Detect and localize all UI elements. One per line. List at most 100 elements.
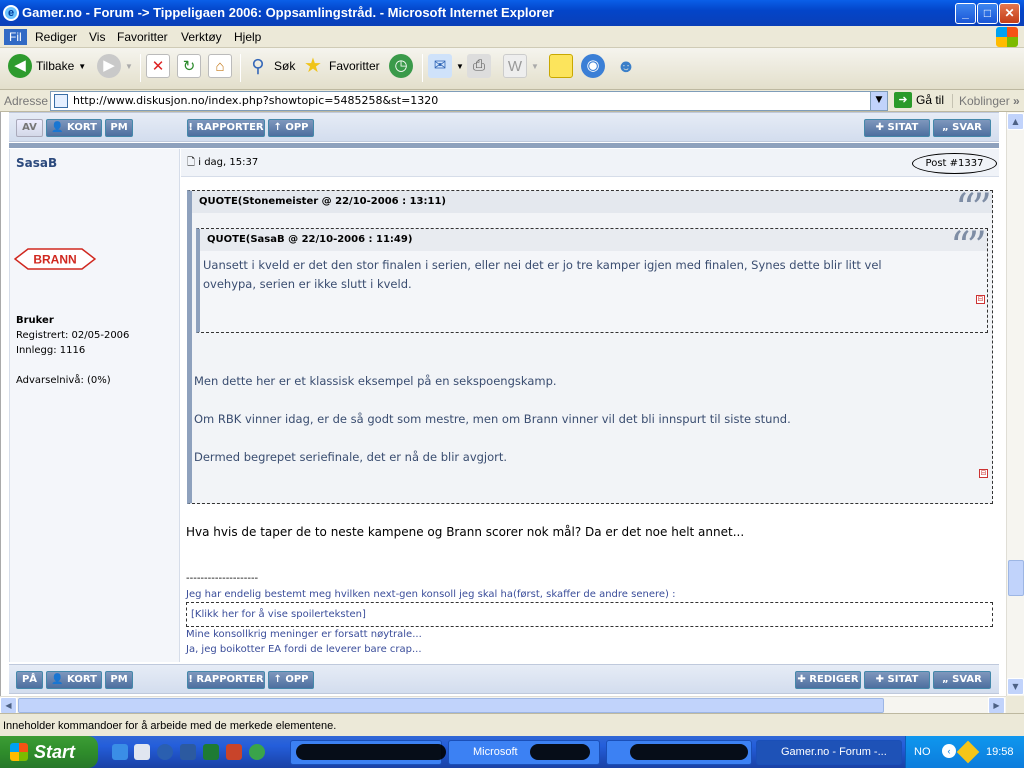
language-indicator[interactable]: NO <box>914 746 931 758</box>
card-button[interactable]: 👤 KORT <box>46 671 102 689</box>
messenger-quicklaunch-icon[interactable] <box>249 744 265 760</box>
reply-button[interactable]: „ SVAR <box>933 671 991 689</box>
home-button[interactable]: ⌂ <box>208 54 232 78</box>
reply-label: SVAR <box>952 674 982 685</box>
maximize-button[interactable]: □ <box>977 3 998 24</box>
pa-button[interactable]: PÅ <box>16 671 43 689</box>
report-button[interactable]: ! RAPPORTER <box>187 119 265 137</box>
dropdown-arrow-icon[interactable]: ▼ <box>78 62 86 71</box>
search-label: Søk <box>274 59 296 73</box>
report-label: RAPPORTER <box>196 674 264 685</box>
messenger-button[interactable]: ◉ <box>581 54 605 78</box>
menu-vis[interactable]: Vis <box>84 29 110 45</box>
pm-button[interactable]: PM <box>105 671 133 689</box>
word-icon: W <box>503 54 527 78</box>
powerpoint-quicklaunch-icon[interactable] <box>226 744 242 760</box>
back-button[interactable]: ◀ Tilbake ▼ <box>8 54 86 78</box>
edit-button[interactable]: W ▼ <box>503 54 539 78</box>
author-panel: SasaB BRANN Bruker Registrert: 02/05-200… <box>9 149 180 662</box>
menu-verktoy[interactable]: Verktøy <box>176 29 227 45</box>
address-label: Adresse <box>4 94 49 108</box>
menu-fil[interactable]: Fil <box>4 29 27 45</box>
up-button[interactable]: ↑ OPP <box>268 119 314 137</box>
start-button[interactable]: Start <box>0 736 98 768</box>
address-input[interactable]: http://www.diskusjon.no/index.php?showto… <box>50 91 888 111</box>
refresh-button[interactable]: ↻ <box>177 54 201 78</box>
quote-button[interactable]: ✚ SITAT <box>864 671 930 689</box>
printer-icon: ⎙ <box>467 54 491 78</box>
title-bar: e Gamer.no - Forum -> Tippeligaen 2006: … <box>0 0 1024 26</box>
pm-button[interactable]: PM <box>105 119 133 137</box>
user-rank: Bruker <box>16 315 54 326</box>
excel-quicklaunch-icon[interactable] <box>203 744 219 760</box>
post-number[interactable]: Post #1337 <box>912 153 997 174</box>
chevron-right-icon: » <box>1013 94 1020 108</box>
close-button[interactable]: ✕ <box>999 3 1020 24</box>
dropdown-arrow-icon[interactable]: ▼ <box>456 62 464 71</box>
contacts-button[interactable]: ☻ <box>614 54 638 78</box>
quote-button[interactable]: ✚ SITAT <box>864 119 930 137</box>
menu-hjelp[interactable]: Hjelp <box>229 29 266 45</box>
ie-icon: e <box>3 5 19 21</box>
go-label: Gå til <box>916 93 945 107</box>
user-warning-level: Advarselnivå: (0%) <box>16 375 111 386</box>
media-quicklaunch-icon[interactable] <box>157 744 173 760</box>
links-label: Koblinger <box>959 94 1010 108</box>
menu-bar: Fil Rediger Vis Favoritter Verktøy Hjelp <box>0 26 1024 48</box>
dropdown-arrow-icon: ▼ <box>125 61 133 71</box>
ie-quicklaunch-icon[interactable] <box>112 744 128 760</box>
vertical-scrollbar[interactable]: ▲ ▼ <box>1006 112 1024 696</box>
report-button[interactable]: ! RAPPORTER <box>187 671 265 689</box>
collapse-icon[interactable]: ⊟ <box>976 295 985 304</box>
horizontal-scrollbar[interactable]: ◀ ▶ <box>0 696 1006 714</box>
links-button[interactable]: Koblinger » <box>952 94 1020 108</box>
address-url: http://www.diskusjon.no/index.php?showto… <box>73 94 439 107</box>
star-icon: ★ <box>304 55 322 77</box>
up-label: OPP <box>285 674 309 685</box>
search-button[interactable]: ⚲ Søk <box>246 54 295 78</box>
scroll-up-icon[interactable]: ▲ <box>1007 113 1024 130</box>
minimize-button[interactable]: _ <box>955 3 976 24</box>
address-dropdown-icon[interactable]: ▼ <box>870 92 887 110</box>
menu-rediger[interactable]: Rediger <box>30 29 82 45</box>
scroll-left-icon[interactable]: ◀ <box>0 697 17 714</box>
history-button[interactable]: ◷ <box>389 54 413 78</box>
print-button[interactable]: ⎙ <box>467 54 491 78</box>
av-button[interactable]: AV <box>16 119 43 137</box>
mail-icon: ✉ <box>428 54 452 78</box>
card-button[interactable]: 👤 KORT <box>46 119 102 137</box>
forward-button[interactable]: ▶ ▼ <box>97 54 133 78</box>
scroll-thumb[interactable] <box>1008 560 1024 596</box>
taskbar-item-ie-active[interactable]: Gamer.no - Forum -... <box>756 740 902 765</box>
quote-block: QUOTE(Stonemeister @ 22/10-2006 : 13:11)… <box>187 189 993 504</box>
up-button[interactable]: ↑ OPP <box>268 671 314 689</box>
toolbar: ◀ Tilbake ▼ ▶ ▼ ✕ ↻ ⌂ ⚲ Søk ★ Favoritter… <box>0 48 1024 90</box>
reply-button[interactable]: „ SVAR <box>933 119 991 137</box>
scroll-down-icon[interactable]: ▼ <box>1007 678 1024 695</box>
desktop-quicklaunch-icon[interactable] <box>134 744 150 760</box>
go-button[interactable]: ➜ Gå til <box>894 92 944 108</box>
stop-button[interactable]: ✕ <box>146 54 170 78</box>
quote-label: SITAT <box>887 122 919 133</box>
scroll-right-icon[interactable]: ▶ <box>988 697 1005 714</box>
tray-app-icon[interactable] <box>956 740 980 764</box>
favorites-button[interactable]: ★ Favoritter <box>301 54 380 78</box>
page-icon: 🗋 <box>187 157 196 168</box>
word-quicklaunch-icon[interactable] <box>180 744 196 760</box>
divider <box>9 143 999 148</box>
search-icon: ⚲ <box>251 56 265 76</box>
edit-label: REDIGER <box>809 674 859 685</box>
quote-line: Men dette her er et klassisk eksempel på… <box>194 374 557 388</box>
horizontal-scroll-thumb[interactable] <box>18 698 884 713</box>
taskbar-item-label: Microsoft <box>473 746 518 758</box>
author-name[interactable]: SasaB <box>16 156 57 170</box>
chevron-left-icon[interactable]: ‹ <box>942 744 956 758</box>
discuss-button[interactable] <box>549 54 573 78</box>
spoiler-toggle[interactable]: [Klikk her for å vise spoilerteksten] <box>191 609 366 620</box>
mail-button[interactable]: ✉ ▼ <box>428 54 464 78</box>
redacted-area <box>530 744 590 760</box>
edit-post-button[interactable]: ✚ REDIGER <box>795 671 861 689</box>
menu-favoritter[interactable]: Favoritter <box>112 29 173 45</box>
post-body: Hva hvis de taper de to neste kampene og… <box>186 525 745 539</box>
collapse-icon[interactable]: ⊟ <box>979 469 988 478</box>
